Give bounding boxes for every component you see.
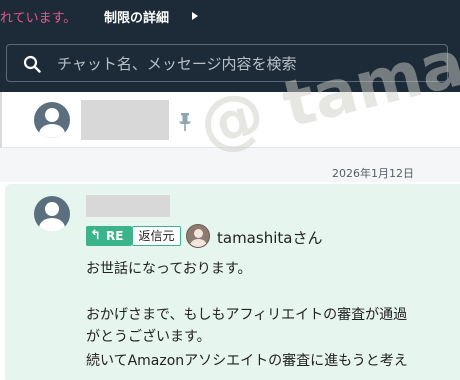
message-line: がとうございます。 <box>86 329 211 345</box>
redacted-sender-name <box>86 195 170 217</box>
date-separator: 2026年1月12日 <box>332 167 414 180</box>
top-bar: れています。 制限の詳細 <box>0 0 460 92</box>
recipient-name: tamashitaさん <box>217 229 323 247</box>
restriction-details-link[interactable]: 制限の詳細 <box>104 7 198 27</box>
message-line: おかげさまで、もしもアフィリエイトの審査が通過 <box>86 307 408 323</box>
pin-icon[interactable] <box>178 113 192 131</box>
search-input[interactable] <box>57 52 437 76</box>
message-line: お世話になっております。 <box>86 261 252 277</box>
restriction-details-label[interactable]: 制限の詳細 <box>104 11 169 26</box>
reply-source-button[interactable]: 返信元 <box>132 226 181 246</box>
sender-avatar[interactable] <box>34 196 70 232</box>
triangle-right-icon <box>192 12 198 20</box>
recipient-avatar <box>186 224 210 248</box>
search-icon[interactable] <box>23 55 41 73</box>
reply-arrow-icon: ↰ <box>90 228 101 243</box>
message-line: 続いてAmazonアソシエイトの審査に進もうと考え <box>86 353 408 369</box>
restriction-notice: れています。 <box>0 11 77 26</box>
reply-label: RE <box>106 229 124 243</box>
reply-badge[interactable]: ↰ RE <box>86 226 132 246</box>
redacted-chat-name <box>81 100 169 140</box>
avatar[interactable] <box>34 102 70 138</box>
search-box[interactable] <box>6 44 448 82</box>
